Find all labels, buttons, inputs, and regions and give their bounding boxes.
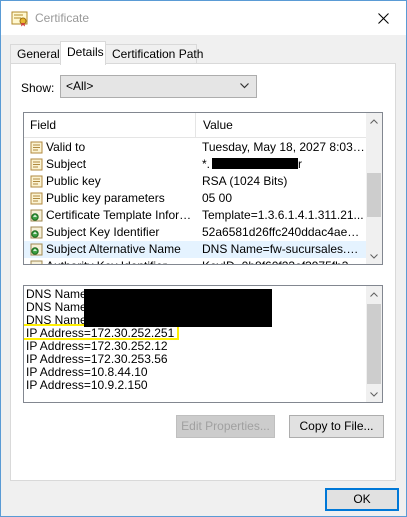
edit-properties-button[interactable]: Edit Properties... (176, 415, 275, 438)
title-bar: Certificate (1, 1, 406, 35)
field-value-text: *. (202, 157, 211, 171)
field-name: Public key (30, 173, 194, 190)
field-value: 05 00 (202, 190, 365, 207)
tab-details[interactable]: Details (60, 41, 106, 65)
field-value-tail: r (298, 157, 303, 171)
field-name-text: Valid to (46, 140, 86, 154)
column-header-value[interactable]: Value (197, 113, 368, 137)
redacted-block (212, 158, 299, 169)
close-icon (377, 12, 389, 24)
field-value: *. r (202, 156, 365, 173)
scroll-down-icon[interactable] (366, 386, 382, 402)
field-value: Template=1.3.6.1.4.1.311.21... (202, 207, 365, 224)
cert-field-icon (30, 141, 43, 154)
field-list-row[interactable]: Certificate Template Inform... Template=1… (24, 207, 368, 224)
field-list-header: Field Value (24, 113, 368, 138)
field-value-scrollbar[interactable] (366, 286, 382, 402)
field-value: RSA (1024 Bits) (202, 173, 365, 190)
ok-button[interactable]: OK (325, 488, 399, 511)
field-name: Valid to (30, 139, 194, 156)
cert-extension-icon (30, 243, 43, 256)
field-value-line: IP Address=10.9.2.150 (26, 378, 148, 392)
field-list-row[interactable]: Public key parameters 05 00 (24, 190, 368, 207)
field-name-text: Authority Key Identifier (46, 259, 167, 264)
field-name-text: Public key parameters (46, 191, 165, 205)
field-list-row[interactable]: Subject *. r (24, 156, 368, 173)
cert-extension-icon (30, 260, 43, 264)
field-value: Tuesday, May 18, 2027 8:03:... (202, 139, 365, 156)
show-dropdown[interactable]: <All> (60, 75, 257, 98)
window-title: Certificate (35, 11, 90, 25)
field-name: Subject Alternative Name (30, 241, 194, 258)
field-value: KeyID=0b8f60f23ef3975fb32... (202, 258, 365, 264)
field-list-scrollbar[interactable] (366, 113, 382, 264)
field-name-text: Subject Alternative Name (46, 242, 181, 256)
field-name: Certificate Template Inform... (30, 207, 194, 224)
field-value-text: KeyID=0b8f60f23ef3975fb32... (202, 259, 365, 264)
field-name: Subject Key Identifier (30, 224, 194, 241)
field-name-text: Certificate Template Inform... (46, 208, 194, 222)
close-button[interactable] (360, 1, 406, 35)
show-selected-value: <All> (66, 79, 94, 93)
field-value-text: RSA (1024 Bits) (202, 174, 288, 188)
cert-extension-icon (30, 209, 43, 222)
column-header-field[interactable]: Field (24, 113, 196, 137)
field-value-text[interactable]: DNS Name= DNS Name= DNS Name= IP Address=17… (23, 285, 383, 403)
details-panel: Show: <All> Field Value Valid to Tuesday,… (10, 63, 396, 481)
field-value-text: 05 00 (202, 191, 233, 205)
certificate-icon (11, 11, 28, 27)
field-list-row[interactable]: Authority Key Identifier KeyID=0b8f60f23e… (24, 258, 368, 264)
field-name: Authority Key Identifier (30, 258, 194, 264)
field-list-row[interactable]: Valid to Tuesday, May 18, 2027 8:03:... (24, 139, 368, 156)
tab-certification-path[interactable]: Certification Path (105, 44, 203, 64)
chevron-down-icon (240, 83, 249, 89)
tab-general[interactable]: General (10, 44, 61, 64)
field-value-text: Tuesday, May 18, 2027 8:03:... (202, 140, 365, 154)
field-name-text: Public key (46, 174, 101, 188)
field-name: Subject (30, 156, 194, 173)
redacted-block (84, 289, 272, 327)
cert-extension-icon (30, 226, 43, 239)
field-value: 52a6581d26ffc240ddac4ae7c... (202, 224, 365, 241)
field-list-row[interactable]: Subject Alternative Name DNS Name=fw-sucu… (24, 241, 368, 258)
scrollbar-thumb[interactable] (367, 304, 381, 384)
field-name: Public key parameters (30, 190, 194, 207)
scrollbar-thumb[interactable] (367, 173, 381, 217)
scroll-down-icon[interactable] (366, 248, 382, 264)
certificate-dialog: Certificate General Details Certificatio… (0, 0, 407, 517)
field-name-text: Subject (46, 157, 87, 171)
scroll-up-icon[interactable] (366, 286, 382, 302)
show-label: Show: (21, 81, 55, 95)
field-value: DNS Name=fw-sucursales.org... (202, 241, 365, 258)
field-value-text: DNS Name=fw-sucursales.org... (202, 242, 365, 256)
field-name-text: Subject Key Identifier (46, 225, 160, 239)
field-list-row[interactable]: Public key RSA (1024 Bits) (24, 173, 368, 190)
cert-field-icon (30, 175, 43, 188)
field-value-text: 52a6581d26ffc240ddac4ae7c... (202, 225, 365, 239)
field-list[interactable]: Field Value Valid to Tuesday, May 18, 202… (23, 112, 383, 265)
field-list-row[interactable]: Subject Key Identifier 52a6581d26ffc240dd… (24, 224, 368, 241)
field-value-text: Template=1.3.6.1.4.1.311.21... (202, 208, 364, 222)
cert-field-icon (30, 158, 43, 171)
cert-field-icon (30, 192, 43, 205)
field-list-body: Valid to Tuesday, May 18, 2027 8:03:... Su… (24, 139, 368, 264)
copy-to-file-button[interactable]: Copy to File... (289, 415, 384, 438)
scroll-up-icon[interactable] (366, 113, 382, 129)
